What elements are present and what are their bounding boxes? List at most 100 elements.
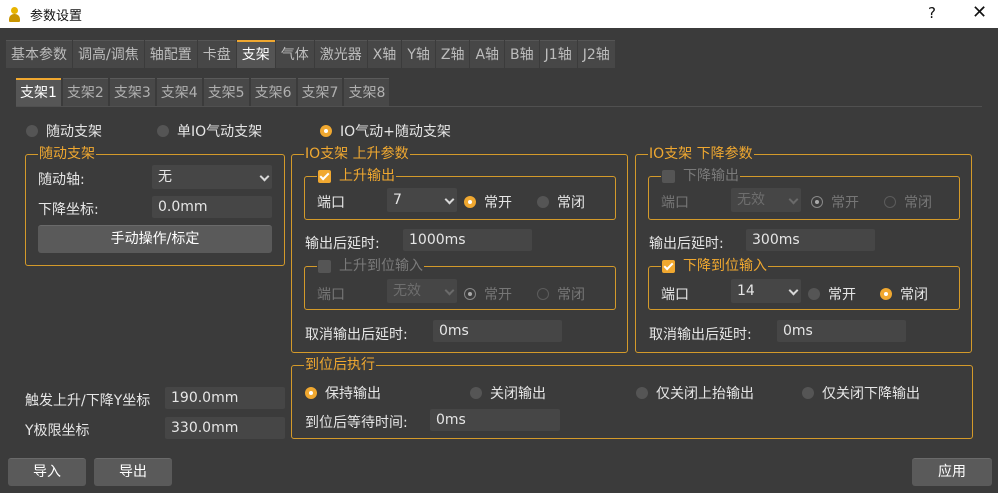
down-input-nc-radio[interactable]: 常闭 xyxy=(880,284,928,304)
up-input-checkbox[interactable]: 上升到位输入 xyxy=(317,257,424,275)
radio-selected-icon xyxy=(880,288,892,300)
manual-calibrate-button[interactable]: 手动操作/标定 xyxy=(38,225,272,253)
up-input-nc-radio[interactable]: 常闭 xyxy=(537,284,585,304)
tab-support-5[interactable]: 支架5 xyxy=(203,78,249,106)
down-output-checkbox[interactable]: 下降输出 xyxy=(661,167,740,185)
tab-support-6[interactable]: 支架6 xyxy=(250,78,296,106)
tab-x-axis[interactable]: X轴 xyxy=(367,40,402,68)
title-bar: 参数设置 ? ✕ xyxy=(0,0,998,28)
follow-axis-value: 无 xyxy=(158,169,172,185)
tab-support-3[interactable]: 支架3 xyxy=(109,78,155,106)
down-output-nc-radio[interactable]: 常闭 xyxy=(884,192,932,212)
up-delay-label: 输出后延时: xyxy=(305,236,380,252)
y-limit-input[interactable]: 330.0mm xyxy=(165,417,285,439)
export-button[interactable]: 导出 xyxy=(94,458,172,486)
radio-icon xyxy=(636,387,648,399)
support-tab-bar: 支架1 支架2 支架3 支架4 支架5 支架6 支架7 支架8 xyxy=(16,78,391,106)
radio-selected-icon xyxy=(320,125,332,137)
close-button[interactable]: ✕ xyxy=(972,2,987,23)
tab-basic[interactable]: 基本参数 xyxy=(6,40,72,68)
up-output-nc-radio[interactable]: 常闭 xyxy=(537,192,585,212)
up-input-no-label: 常开 xyxy=(484,287,512,303)
trigger-y-input[interactable]: 190.0mm xyxy=(165,387,285,409)
checkbox-checked-icon xyxy=(662,259,675,273)
after-close-output-radio[interactable]: 关闭输出 xyxy=(470,383,546,403)
mode-radio-follow-label: 随动支架 xyxy=(46,124,102,140)
up-cancel-delay-input[interactable]: 0ms xyxy=(433,320,562,342)
mode-radio-io-follow[interactable]: IO气动+随动支架 xyxy=(320,121,451,141)
tab-chuck[interactable]: 卡盘 xyxy=(197,40,236,68)
up-output-title: 上升输出 xyxy=(339,168,395,184)
main-tab-bar: 基本参数 调高/调焦 轴配置 卡盘 支架 气体 激光器 X轴 Y轴 Z轴 A轴 … xyxy=(6,40,616,68)
radio-selected-icon xyxy=(811,196,823,208)
after-close-output-label: 关闭输出 xyxy=(490,386,546,402)
radio-icon xyxy=(537,288,549,300)
up-output-checkbox[interactable]: 上升输出 xyxy=(317,167,396,185)
trigger-y-label: 触发上升/下降Y坐标 xyxy=(25,393,151,409)
radio-icon xyxy=(157,125,169,137)
tab-support-8[interactable]: 支架8 xyxy=(344,78,390,106)
checkbox-icon xyxy=(318,259,331,273)
mode-radio-single-io[interactable]: 单IO气动支架 xyxy=(157,121,262,141)
io-down-title: IO支架 下降参数 xyxy=(648,145,754,163)
down-coord-input[interactable]: 0.0mm xyxy=(152,196,272,218)
down-output-port-select[interactable]: 无效 xyxy=(731,188,801,212)
follow-axis-select[interactable]: 无 xyxy=(152,165,272,189)
tab-j2-axis[interactable]: J2轴 xyxy=(577,40,615,68)
after-close-up-radio[interactable]: 仅关闭上抬输出 xyxy=(636,383,754,403)
window-title: 参数设置 xyxy=(30,8,83,24)
down-input-port-label: 端口 xyxy=(661,287,689,303)
up-delay-input[interactable]: 1000ms xyxy=(403,229,532,251)
chevron-down-icon xyxy=(444,194,455,205)
tab-laser[interactable]: 激光器 xyxy=(314,40,367,68)
chevron-down-icon xyxy=(259,171,270,182)
import-button[interactable]: 导入 xyxy=(8,458,86,486)
tab-support-4[interactable]: 支架4 xyxy=(156,78,202,106)
down-output-title: 下降输出 xyxy=(683,168,739,184)
mode-radio-follow[interactable]: 随动支架 xyxy=(26,121,102,141)
after-close-up-label: 仅关闭上抬输出 xyxy=(656,386,754,402)
apply-button[interactable]: 应用 xyxy=(912,458,992,486)
up-output-port-value: 7 xyxy=(393,192,402,208)
after-close-down-radio[interactable]: 仅关闭下降输出 xyxy=(802,383,920,403)
after-keep-output-radio[interactable]: 保持输出 xyxy=(305,383,381,403)
up-cancel-delay-label: 取消输出后延时: xyxy=(305,327,408,343)
up-input-port-select[interactable]: 无效 xyxy=(387,279,457,303)
down-input-port-select[interactable]: 14 xyxy=(731,279,801,303)
radio-icon xyxy=(808,288,820,300)
up-input-nc-label: 常闭 xyxy=(557,287,585,303)
tab-support-1[interactable]: 支架1 xyxy=(16,78,61,106)
after-close-down-label: 仅关闭下降输出 xyxy=(822,386,920,402)
up-output-no-radio[interactable]: 常开 xyxy=(464,192,512,212)
down-input-checkbox[interactable]: 下降到位输入 xyxy=(661,257,768,275)
tab-axis-config[interactable]: 轴配置 xyxy=(144,40,197,68)
radio-icon xyxy=(802,387,814,399)
tab-b-axis[interactable]: B轴 xyxy=(505,40,539,68)
follow-support-title: 随动支架 xyxy=(38,145,96,163)
tab-height-focus[interactable]: 调高/调焦 xyxy=(73,40,144,68)
tab-support-2[interactable]: 支架2 xyxy=(62,78,108,106)
help-button[interactable]: ? xyxy=(928,4,936,22)
up-input-no-radio[interactable]: 常开 xyxy=(464,284,512,304)
radio-icon xyxy=(537,196,549,208)
mode-radio-single-io-label: 单IO气动支架 xyxy=(177,124,263,140)
down-input-no-radio[interactable]: 常开 xyxy=(808,284,856,304)
down-delay-input[interactable]: 300ms xyxy=(746,229,875,251)
wait-time-input[interactable]: 0ms xyxy=(430,409,560,431)
chevron-down-icon xyxy=(788,194,799,205)
up-output-port-label: 端口 xyxy=(317,195,345,211)
tab-support[interactable]: 支架 xyxy=(236,40,275,68)
mode-radio-io-follow-label: IO气动+随动支架 xyxy=(340,124,451,140)
tab-gas[interactable]: 气体 xyxy=(275,40,314,68)
tab-a-axis[interactable]: A轴 xyxy=(470,40,505,68)
down-output-no-radio[interactable]: 常开 xyxy=(811,192,859,212)
tab-j1-axis[interactable]: J1轴 xyxy=(539,40,577,68)
io-up-title: IO支架 上升参数 xyxy=(304,145,410,163)
down-output-nc-label: 常闭 xyxy=(904,195,932,211)
down-cancel-delay-input[interactable]: 0ms xyxy=(777,320,906,342)
tab-support-7[interactable]: 支架7 xyxy=(297,78,343,106)
tab-z-axis[interactable]: Z轴 xyxy=(435,40,470,68)
up-output-port-select[interactable]: 7 xyxy=(387,188,457,212)
radio-icon xyxy=(470,387,482,399)
tab-y-axis[interactable]: Y轴 xyxy=(402,40,435,68)
